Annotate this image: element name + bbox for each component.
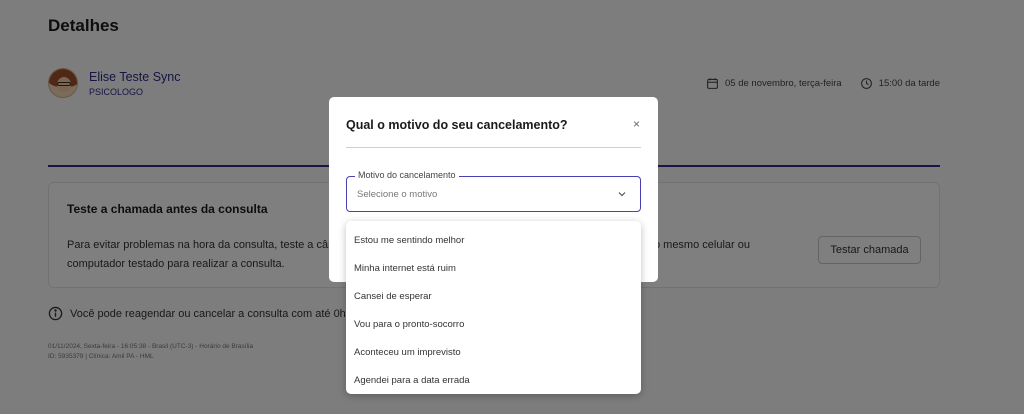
reason-option[interactable]: Cansei de esperar bbox=[346, 282, 641, 310]
reason-option[interactable]: Estou me sentindo melhor bbox=[346, 226, 641, 254]
select-placeholder: Selecione o motivo bbox=[357, 189, 438, 200]
reason-option[interactable]: Minha internet está ruim bbox=[346, 254, 641, 282]
modal-title: Qual o motivo do seu cancelamento? bbox=[346, 118, 568, 132]
select-label: Motivo do cancelamento bbox=[355, 170, 459, 180]
reason-option[interactable]: Vou para o pronto-socorro bbox=[346, 310, 641, 338]
modal-divider bbox=[346, 147, 641, 148]
reason-dropdown-menu: Estou me sentindo melhor Minha internet … bbox=[346, 221, 641, 394]
reason-option[interactable]: Agendei para a data errada bbox=[346, 366, 641, 394]
reason-option[interactable]: Aconteceu um imprevisto bbox=[346, 338, 641, 366]
chevron-down-icon[interactable] bbox=[617, 189, 627, 199]
close-icon[interactable]: × bbox=[633, 117, 640, 131]
cancel-reason-select[interactable]: Motivo do cancelamento Selecione o motiv… bbox=[346, 170, 641, 212]
